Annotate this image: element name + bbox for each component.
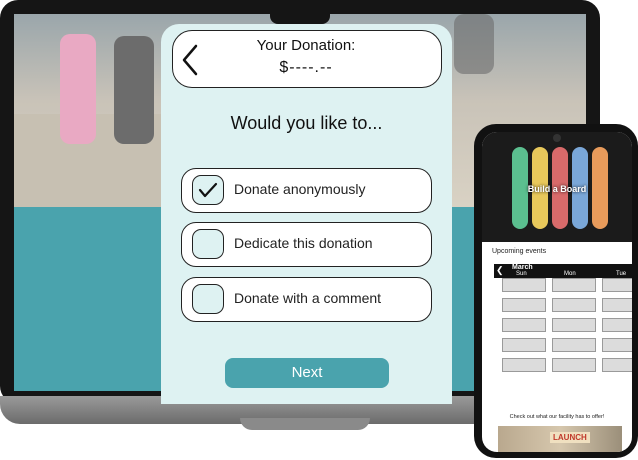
calendar-cell[interactable] bbox=[602, 278, 632, 292]
photo-figure bbox=[454, 14, 494, 74]
calendar-cell[interactable] bbox=[502, 278, 546, 292]
laptop-base-groove bbox=[240, 418, 370, 430]
calendar-cell[interactable] bbox=[552, 338, 596, 352]
chevron-left-icon[interactable]: ❮ bbox=[496, 265, 504, 276]
option-label: Donate anonymously bbox=[234, 181, 366, 197]
calendar-cell[interactable] bbox=[502, 358, 546, 372]
events-heading: Upcoming events bbox=[492, 248, 547, 255]
calendar-cell[interactable] bbox=[552, 358, 596, 372]
next-button[interactable]: Next bbox=[225, 358, 389, 388]
photo-figure bbox=[60, 34, 96, 144]
page-title: Would you like to... bbox=[230, 113, 383, 133]
calendar-cell[interactable] bbox=[502, 338, 546, 352]
checkbox-comment[interactable] bbox=[192, 284, 224, 314]
calendar-day-label: Mon bbox=[564, 271, 576, 277]
calendar-header: ❮ March Sun Mon Tue bbox=[494, 264, 632, 278]
chevron-left-icon[interactable] bbox=[178, 42, 206, 78]
donation-title: Your Donation: bbox=[256, 37, 356, 54]
calendar-month: March bbox=[512, 264, 533, 271]
calendar-cell[interactable] bbox=[552, 318, 596, 332]
calendar-cell[interactable] bbox=[552, 278, 596, 292]
option-label: Dedicate this donation bbox=[234, 235, 373, 251]
photo-figure bbox=[114, 36, 154, 144]
calendar-cell[interactable] bbox=[602, 318, 632, 332]
facility-caption: Check out what our facility has to offer… bbox=[509, 414, 605, 420]
launch-logo: LAUNCH bbox=[550, 432, 590, 443]
calendar-cell[interactable] bbox=[502, 298, 546, 312]
option-label: Donate with a comment bbox=[234, 290, 382, 306]
laptop-camera-notch bbox=[270, 14, 330, 24]
calendar-day-label: Tue bbox=[616, 271, 627, 277]
calendar-cell[interactable] bbox=[502, 318, 546, 332]
hero-title: Build a Board bbox=[527, 184, 587, 194]
calendar-cell[interactable] bbox=[552, 298, 596, 312]
calendar-cell[interactable] bbox=[602, 358, 632, 372]
option-donate-with-comment[interactable]: Donate with a comment bbox=[181, 277, 432, 322]
phone-screen: Build a Board Upcoming events ❮ March Su… bbox=[482, 132, 632, 452]
option-donate-anonymously[interactable]: Donate anonymously bbox=[181, 168, 432, 213]
donation-amount: $----.-- bbox=[279, 59, 333, 76]
calendar-day-label: Sun bbox=[516, 271, 527, 277]
checkbox-anonymous[interactable] bbox=[192, 175, 224, 205]
checkmark-icon bbox=[198, 182, 218, 198]
hero-banner[interactable]: Build a Board bbox=[482, 132, 632, 242]
calendar-cell[interactable] bbox=[602, 298, 632, 312]
option-dedicate-donation[interactable]: Dedicate this donation bbox=[181, 222, 432, 267]
calendar-cell[interactable] bbox=[602, 338, 632, 352]
checkbox-dedicate[interactable] bbox=[192, 229, 224, 259]
phone-camera bbox=[553, 134, 561, 142]
